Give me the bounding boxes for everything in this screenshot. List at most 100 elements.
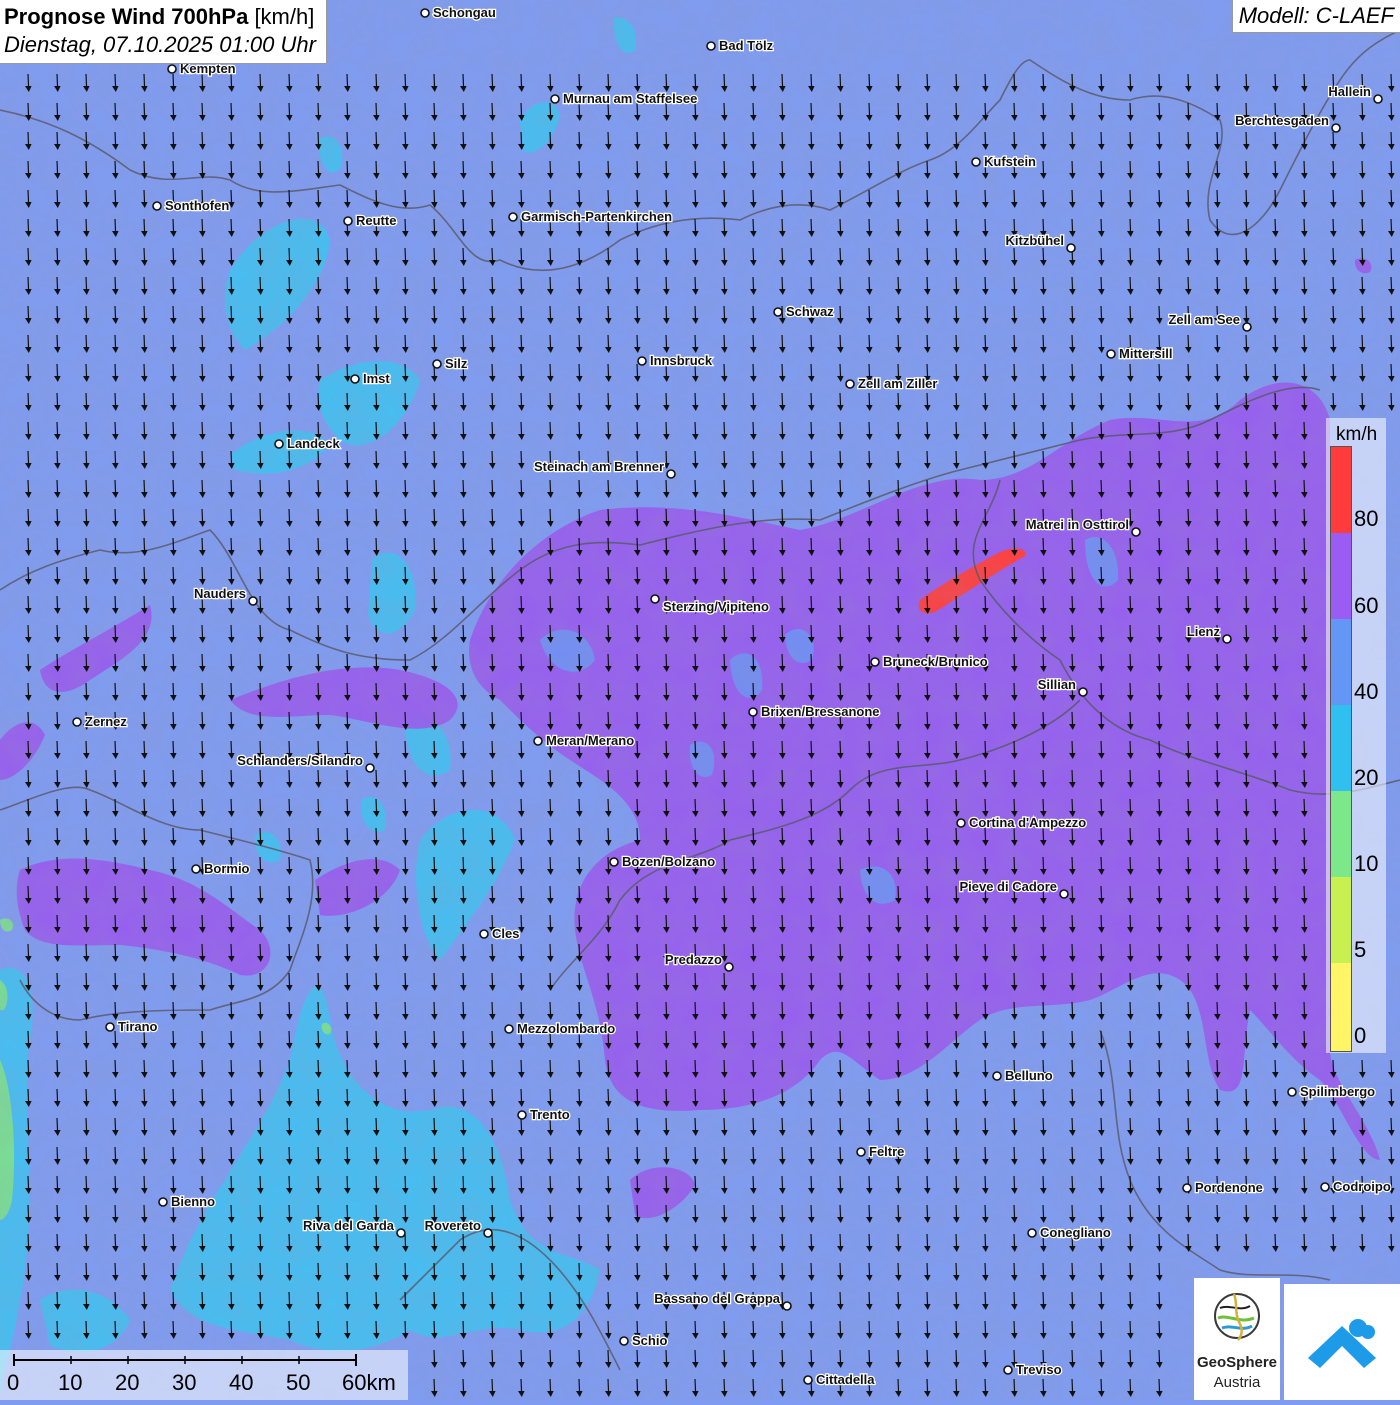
city-dot [365, 763, 375, 773]
city-label: Cles [492, 926, 519, 941]
city-label: Steinach am Brenner [534, 459, 664, 474]
city-dot [619, 1336, 629, 1346]
city-dot [1182, 1183, 1192, 1193]
city-label: Brixen/Bressanone [761, 704, 880, 719]
city-label: Lienz [1187, 624, 1221, 639]
city-label: Pordenone [1195, 1180, 1263, 1195]
scale-label-30: 30 [172, 1370, 197, 1395]
city-label: Cortina d'Ampezzo [969, 815, 1086, 830]
city-label: Berchtesgaden [1235, 113, 1329, 128]
city-marker: Pordenone [1182, 1179, 1264, 1196]
city-dot [1331, 123, 1341, 133]
scale-bar: 0 10 20 30 40 50 60km [0, 1350, 408, 1400]
city-dot [508, 212, 518, 222]
city-dot [479, 929, 489, 939]
city-label: Spilimbergo [1300, 1084, 1375, 1099]
city-dot [483, 1228, 493, 1238]
legend-swatch-10 [1331, 791, 1351, 877]
legend-tick-80: 80 [1354, 506, 1379, 531]
geosphere-logo[interactable]: GeoSphere Austria [1194, 1278, 1280, 1400]
geosphere-logo-subtext: Austria [1213, 1374, 1261, 1391]
city-dot [870, 657, 880, 667]
city-dot [609, 857, 619, 867]
city-marker: Sonthofen [152, 197, 231, 214]
city-label: Nauders [194, 586, 246, 601]
city-dot [420, 8, 430, 18]
color-legend: km/h 80 60 40 20 10 5 0 [1326, 418, 1386, 1053]
city-dot [432, 359, 442, 369]
city-label: Kitzbühel [1006, 233, 1065, 248]
city-label: Kufstein [984, 154, 1036, 169]
city-label: Schlanders/Silandro [237, 753, 363, 768]
city-dot [396, 1228, 406, 1238]
city-dot [1320, 1182, 1330, 1192]
city-label: Sillian [1038, 677, 1076, 692]
scale-label-60: 60km [342, 1370, 396, 1395]
city-label: Conegliano [1040, 1225, 1111, 1240]
city-label: Bozen/Bolzano [622, 854, 715, 869]
city-dot [773, 307, 783, 317]
city-dot [517, 1110, 527, 1120]
city-label: Silz [445, 356, 468, 371]
city-dot [782, 1301, 792, 1311]
legend-swatch-5 [1331, 877, 1351, 963]
city-marker: Mezzolombardo [504, 1020, 617, 1037]
city-marker: Innsbruck [637, 352, 714, 369]
legend-swatch-0 [1331, 963, 1351, 1051]
city-marker: Bruneck/Brunico [870, 653, 989, 670]
city-dot [343, 216, 353, 226]
city-dot [167, 64, 177, 74]
legend-tick-5: 5 [1354, 937, 1367, 962]
city-dot [1287, 1087, 1297, 1097]
city-label: Sterzing/Vipiteno [663, 599, 769, 614]
map-title-bold: Prognose Wind 700hPa [4, 4, 249, 29]
city-dot [637, 356, 647, 366]
map-title: Prognose Wind 700hPa [km/h] [4, 3, 316, 31]
city-marker: Conegliano [1027, 1224, 1112, 1241]
city-label: Zell am See [1168, 312, 1240, 327]
city-marker: Brixen/Bressanone [748, 703, 881, 720]
city-label: Riva del Garda [303, 1218, 395, 1233]
city-label: Hallein [1328, 84, 1371, 99]
city-dot [504, 1024, 514, 1034]
legend-unit: km/h [1336, 424, 1378, 445]
scale-label-50: 50 [286, 1370, 311, 1395]
city-marker: Schongau [420, 4, 497, 21]
wind-map: SchongauBad TölzKemptenMurnau am Staffel… [0, 0, 1400, 1400]
city-marker: Bozen/Bolzano [609, 853, 716, 870]
city-label: Pieve di Cadore [959, 879, 1057, 894]
city-dot [1027, 1228, 1037, 1238]
city-marker: Murnau am Staffelsee [550, 90, 699, 107]
city-dot [845, 379, 855, 389]
city-label: Bad Tölz [719, 38, 774, 53]
legend-swatch-60 [1331, 533, 1351, 619]
city-label: Matrei in Osttirol [1026, 517, 1129, 532]
city-dot [191, 864, 201, 874]
city-dot [1131, 527, 1141, 537]
city-dot [274, 439, 284, 449]
scale-label-40: 40 [229, 1370, 254, 1395]
app-logo[interactable] [1284, 1284, 1400, 1400]
city-marker: Cortina d'Ampezzo [956, 814, 1088, 831]
city-label: Bienno [171, 1194, 215, 1209]
city-dot [158, 1197, 168, 1207]
city-dot [803, 1375, 813, 1385]
city-label: Bassano del Grappa [654, 1291, 780, 1306]
city-dot [350, 374, 360, 384]
city-label: Landeck [287, 436, 341, 451]
city-label: Bormio [204, 861, 250, 876]
scale-label-20: 20 [115, 1370, 140, 1395]
city-dot [1003, 1365, 1013, 1375]
city-dot [856, 1147, 866, 1157]
legend-tick-10: 10 [1354, 851, 1379, 876]
legend-swatch-40 [1331, 619, 1351, 705]
city-dot [1106, 349, 1116, 359]
legend-tick-60: 60 [1354, 593, 1379, 618]
city-dot [724, 962, 734, 972]
city-dot [956, 818, 966, 828]
city-label: Murnau am Staffelsee [563, 91, 697, 106]
city-dot [533, 736, 543, 746]
city-label: Schongau [433, 5, 496, 20]
legend-tick-20: 20 [1354, 765, 1379, 790]
city-label: Tirano [118, 1019, 158, 1034]
